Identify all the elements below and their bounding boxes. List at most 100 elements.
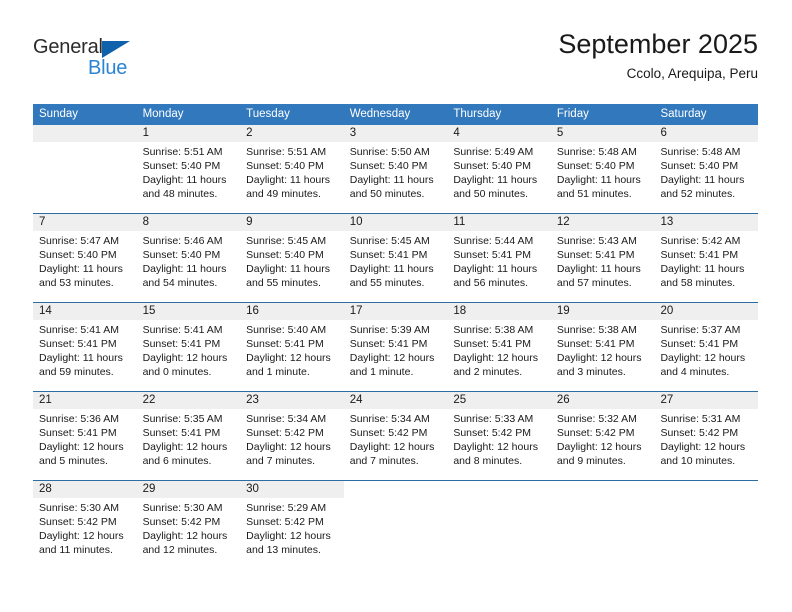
- day-detail-line: and 7 minutes.: [349, 455, 419, 467]
- day-detail-line: Daylight: 11 hours: [660, 174, 745, 186]
- day-number: 7: [33, 214, 137, 231]
- day-details: Sunrise: 5:34 AM Sunset: 5:42 PM Daylight:…: [344, 409, 448, 480]
- day-detail-line: Daylight: 12 hours: [660, 352, 746, 364]
- calendar-week: 1 Sunrise: 5:51 AM Sunset: 5:40 PM Daylight…: [33, 125, 759, 213]
- day-detail-line: and 51 minutes.: [556, 188, 632, 200]
- day-cell[interactable]: 26 Sunrise: 5:32 AM Sunset: 5:42 PM Dayligh…: [550, 392, 655, 480]
- weekday-header-thursday: Thursday: [453, 108, 502, 120]
- day-number: 23: [240, 392, 344, 409]
- day-number: 21: [33, 392, 137, 409]
- day-detail-line: Sunrise: 5:49 AM: [453, 146, 534, 158]
- day-cell[interactable]: 16 Sunrise: 5:40 AM Sunset: 5:41 PM Dayligh…: [240, 303, 344, 391]
- day-detail-line: and 52 minutes.: [660, 188, 736, 200]
- day-cell[interactable]: 1 Sunrise: 5:51 AM Sunset: 5:40 PM Daylight…: [136, 125, 241, 213]
- day-detail-line: and 56 minutes.: [453, 277, 529, 289]
- day-cell[interactable]: 22 Sunrise: 5:35 AM Sunset: 5:41 PM Dayligh…: [136, 392, 241, 480]
- day-cell[interactable]: 18 Sunrise: 5:38 AM Sunset: 5:41 PM Dayligh…: [447, 303, 551, 391]
- day-cell[interactable]: 14 Sunrise: 5:41 AM Sunset: 5:41 PM Dayligh…: [33, 303, 137, 391]
- day-cell[interactable]: 11 Sunrise: 5:44 AM Sunset: 5:41 PM Dayligh…: [447, 214, 551, 302]
- day-detail-line: Sunset: 5:41 PM: [556, 249, 635, 261]
- day-detail-line: Sunrise: 5:30 AM: [39, 502, 119, 514]
- day-details: Sunrise: 5:40 AM Sunset: 5:41 PM Daylight:…: [240, 320, 344, 391]
- day-cell[interactable]: 8 Sunrise: 5:46 AM Sunset: 5:40 PM Daylight…: [136, 214, 241, 302]
- day-number: 13: [654, 214, 759, 231]
- day-details: Sunrise: 5:38 AM Sunset: 5:41 PM Daylight:…: [551, 320, 655, 391]
- day-cell[interactable]: 25 Sunrise: 5:33 AM Sunset: 5:42 PM Dayligh…: [447, 392, 551, 480]
- day-detail-line: Daylight: 12 hours: [39, 441, 124, 453]
- day-cell[interactable]: 9 Sunrise: 5:45 AM Sunset: 5:40 PM Daylight…: [240, 214, 344, 302]
- day-cell[interactable]: 23 Sunrise: 5:34 AM Sunset: 5:42 PM Dayligh…: [240, 392, 344, 480]
- day-detail-line: Daylight: 12 hours: [39, 530, 124, 542]
- day-detail-line: Daylight: 12 hours: [556, 352, 642, 364]
- day-cell[interactable]: 6 Sunrise: 5:48 AM Sunset: 5:40 PM Daylight…: [654, 125, 759, 213]
- day-details: Sunrise: 5:49 AM Sunset: 5:40 PM Daylight:…: [447, 142, 551, 213]
- day-cell[interactable]: 29 Sunrise: 5:30 AM Sunset: 5:42 PM Dayligh…: [136, 481, 241, 569]
- day-detail-line: Daylight: 11 hours: [453, 263, 538, 275]
- day-number: [654, 481, 759, 498]
- day-cell[interactable]: 5 Sunrise: 5:48 AM Sunset: 5:40 PM Daylight…: [550, 125, 655, 213]
- day-detail-line: Sunrise: 5:51 AM: [142, 146, 223, 158]
- day-detail-line: Sunrise: 5:48 AM: [556, 146, 637, 158]
- day-cell[interactable]: 20 Sunrise: 5:37 AM Sunset: 5:41 PM Dayligh…: [654, 303, 759, 391]
- day-cell[interactable]: 15 Sunrise: 5:41 AM Sunset: 5:41 PM Dayligh…: [136, 303, 241, 391]
- day-number: [447, 481, 551, 498]
- day-details: Sunrise: 5:31 AM Sunset: 5:42 PM Daylight:…: [654, 409, 758, 480]
- day-cell[interactable]: 4 Sunrise: 5:49 AM Sunset: 5:40 PM Daylight…: [447, 125, 551, 213]
- day-number: 8: [136, 214, 241, 231]
- day-detail-line: Daylight: 12 hours: [142, 441, 228, 453]
- day-cell[interactable]: 2 Sunrise: 5:51 AM Sunset: 5:40 PM Daylight…: [240, 125, 344, 213]
- calendar-week: 14 Sunrise: 5:41 AM Sunset: 5:41 PM Dayligh…: [33, 302, 759, 391]
- day-cell[interactable]: 21 Sunrise: 5:36 AM Sunset: 5:41 PM Dayligh…: [33, 392, 137, 480]
- week-row: 1 Sunrise: 5:51 AM Sunset: 5:40 PM Daylight…: [33, 125, 759, 213]
- day-detail-line: Sunset: 5:42 PM: [39, 516, 117, 528]
- day-cell[interactable]: 28 Sunrise: 5:30 AM Sunset: 5:42 PM Dayligh…: [33, 481, 137, 569]
- calendar-week: 21 Sunrise: 5:36 AM Sunset: 5:41 PM Dayligh…: [33, 391, 759, 480]
- day-details: Sunrise: 5:37 AM Sunset: 5:41 PM Daylight:…: [654, 320, 758, 391]
- weekday-header-sunday: Sunday: [39, 108, 79, 120]
- day-cell[interactable]: 10 Sunrise: 5:45 AM Sunset: 5:41 PM Dayligh…: [343, 214, 448, 302]
- day-cell[interactable]: 27 Sunrise: 5:31 AM Sunset: 5:42 PM Dayligh…: [654, 392, 759, 480]
- day-detail-line: Daylight: 11 hours: [246, 174, 331, 186]
- day-cell[interactable]: 7 Sunrise: 5:47 AM Sunset: 5:40 PM Daylight…: [33, 214, 137, 302]
- day-cell[interactable]: 24 Sunrise: 5:34 AM Sunset: 5:42 PM Dayligh…: [343, 392, 448, 480]
- day-details: Sunrise: 5:48 AM Sunset: 5:40 PM Daylight:…: [654, 142, 758, 213]
- logo-text-general: General: [33, 36, 103, 58]
- day-cell[interactable]: 3 Sunrise: 5:50 AM Sunset: 5:40 PM Daylight…: [343, 125, 448, 213]
- day-number: 9: [240, 214, 344, 231]
- day-number: 10: [343, 214, 448, 231]
- day-detail-line: Sunset: 5:41 PM: [453, 249, 531, 261]
- day-detail-line: Sunrise: 5:29 AM: [246, 502, 327, 514]
- weekday-header-saturday: Saturday: [660, 108, 707, 120]
- day-detail-line: Sunset: 5:40 PM: [142, 249, 221, 261]
- day-detail-line: and 1 minute.: [246, 366, 310, 378]
- day-number: 24: [343, 392, 448, 409]
- day-cell[interactable]: 30 Sunrise: 5:29 AM Sunset: 5:42 PM Dayligh…: [240, 481, 344, 569]
- day-number: 15: [136, 303, 241, 320]
- day-detail-line: Daylight: 12 hours: [349, 352, 435, 364]
- day-detail-line: Sunrise: 5:45 AM: [246, 235, 327, 247]
- day-detail-line: Daylight: 12 hours: [556, 441, 642, 453]
- day-cell[interactable]: 17 Sunrise: 5:39 AM Sunset: 5:41 PM Dayligh…: [343, 303, 448, 391]
- day-detail-line: Daylight: 12 hours: [142, 530, 228, 542]
- day-detail-line: Daylight: 11 hours: [556, 174, 641, 186]
- day-detail-line: Sunrise: 5:39 AM: [349, 324, 430, 336]
- day-detail-line: Daylight: 11 hours: [39, 263, 123, 275]
- day-detail-line: Sunrise: 5:40 AM: [246, 324, 327, 336]
- day-cell[interactable]: 13 Sunrise: 5:42 AM Sunset: 5:41 PM Dayligh…: [654, 214, 759, 302]
- day-detail-line: and 7 minutes.: [246, 455, 316, 467]
- day-cell[interactable]: 19 Sunrise: 5:38 AM Sunset: 5:41 PM Dayligh…: [550, 303, 655, 391]
- day-detail-line: and 48 minutes.: [142, 188, 218, 200]
- day-details: Sunrise: 5:45 AM Sunset: 5:40 PM Daylight:…: [240, 231, 344, 302]
- day-number: 28: [33, 481, 137, 498]
- day-detail-line: Sunrise: 5:37 AM: [660, 324, 741, 336]
- day-detail-line: Sunset: 5:41 PM: [349, 338, 428, 350]
- page-title: September 2025: [558, 29, 758, 59]
- day-details: Sunrise: 5:29 AM Sunset: 5:42 PM Daylight:…: [240, 498, 344, 569]
- day-detail-line: Sunset: 5:41 PM: [556, 338, 635, 350]
- day-number: 20: [654, 303, 759, 320]
- logo-text-blue: Blue: [88, 57, 128, 79]
- day-detail-line: and 3 minutes.: [556, 366, 626, 378]
- day-number: 2: [240, 125, 344, 142]
- day-cell[interactable]: 12 Sunrise: 5:43 AM Sunset: 5:41 PM Dayligh…: [550, 214, 655, 302]
- day-number: 1: [136, 125, 241, 142]
